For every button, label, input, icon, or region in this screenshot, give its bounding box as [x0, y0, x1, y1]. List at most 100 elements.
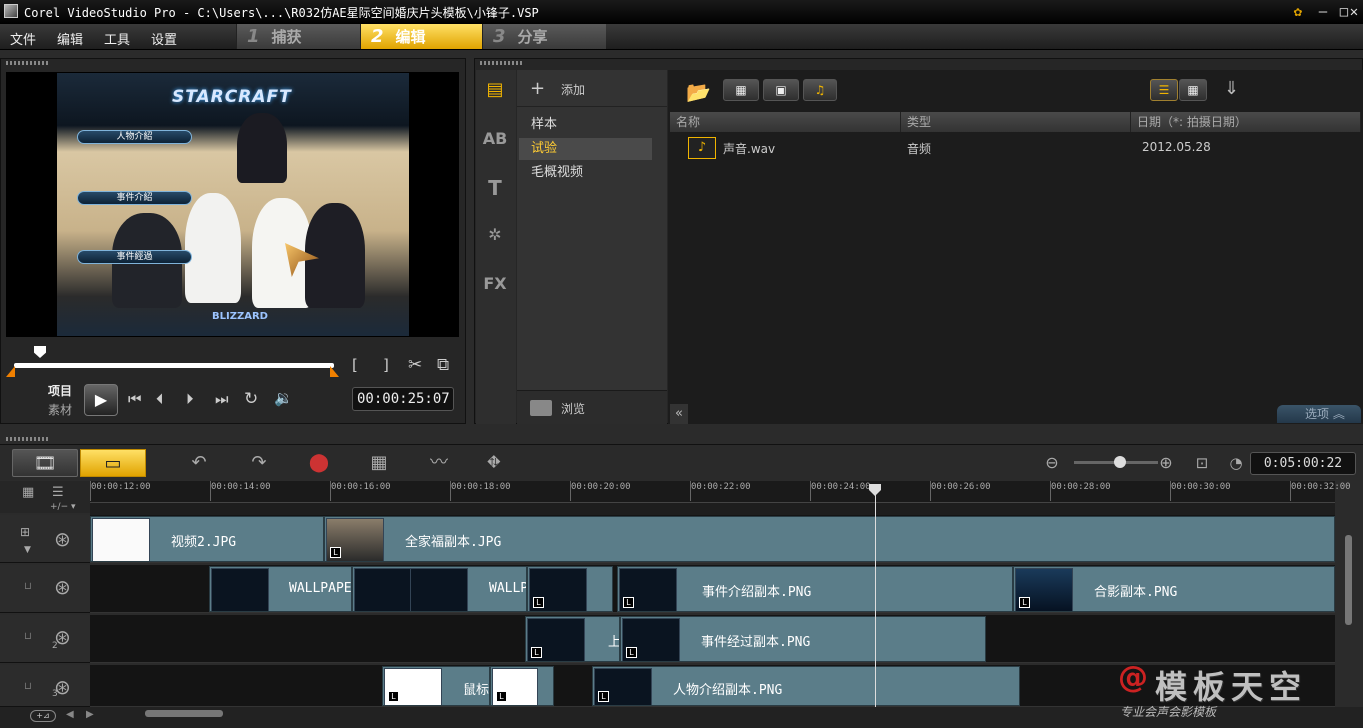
audio-mixer-icon[interactable]: 〰 [425, 449, 453, 477]
timeline-clip[interactable]: L [527, 566, 613, 612]
options-button[interactable]: 选项 ︽ [1277, 405, 1361, 423]
collapse-icon[interactable]: « [670, 404, 688, 424]
vertical-scrollbar[interactable] [1345, 535, 1352, 625]
filter-icon[interactable]: FX [481, 272, 509, 296]
folder-item-maogai[interactable]: 毛概视频 [519, 162, 652, 184]
zoom-in-icon[interactable]: ⊕ [1154, 449, 1178, 477]
file-date: 2012.05.28 [1142, 140, 1211, 154]
library-sidebar [476, 70, 516, 424]
step-edit[interactable]: 2 编辑 [360, 24, 482, 49]
panel-grip[interactable] [6, 437, 50, 441]
volume-icon[interactable]: 🔉 [274, 389, 293, 407]
timeline-clip[interactable]: L 人物介绍副本.PNG [592, 666, 1020, 706]
repeat-icon[interactable]: ↻ [244, 389, 258, 409]
overlay-track-icon[interactable]: ⊛ [54, 575, 71, 599]
folder-item-test[interactable]: 试验 [519, 138, 652, 160]
browse-button[interactable]: 浏览 [561, 400, 585, 417]
timeline-clip[interactable]: L 事件经过副本.PNG [620, 616, 986, 662]
track-options-button[interactable]: +⊿ [30, 710, 56, 722]
mark-in-button[interactable]: [ [352, 356, 358, 374]
smart-proxy-icon[interactable]: ▦ [365, 449, 393, 477]
show-video-button[interactable]: ▦ [723, 79, 759, 101]
scrub-track[interactable] [14, 363, 334, 368]
add-remove-track-icon[interactable]: +∕− ▾ [50, 502, 76, 512]
mode-project[interactable]: 项目 [48, 382, 72, 399]
end-icon[interactable]: ⏭ [215, 390, 229, 408]
close-button[interactable]: ✕ [1345, 3, 1363, 21]
motion-tracking-icon[interactable]: ⛖ [480, 449, 508, 477]
browse-icon[interactable] [530, 400, 552, 416]
menu-settings[interactable]: 设置 [151, 29, 177, 48]
track-manager-icon[interactable]: ▦ [22, 485, 34, 500]
storyboard-view-button[interactable]: 🎞 [12, 449, 78, 477]
record-capture-icon[interactable]: ⬤ [305, 449, 333, 477]
show-audio-button[interactable]: ♫ [803, 79, 837, 101]
zoom-slider-handle[interactable] [1114, 456, 1126, 468]
duration-clock-icon[interactable]: ◔ [1224, 449, 1248, 477]
panel-grip[interactable] [480, 61, 524, 65]
audio-file-icon: ♪ [688, 137, 716, 159]
title-icon[interactable]: T [481, 176, 509, 200]
timeline-clip[interactable]: WALLP [352, 566, 527, 612]
track-number: 2 [52, 641, 58, 651]
step-capture[interactable]: 1 捕获 [236, 24, 360, 49]
menu-edit[interactable]: 编辑 [57, 29, 83, 48]
horizontal-scrollbar[interactable] [145, 710, 223, 717]
mode-clip[interactable]: 素材 [48, 401, 72, 418]
list-view-button[interactable]: ☰ [1150, 79, 1178, 101]
column-type[interactable]: 类型 [901, 112, 1131, 132]
media-icon[interactable]: ▤ [481, 78, 509, 102]
thumbnail-view-button[interactable]: ▦ [1179, 79, 1207, 101]
column-name[interactable]: 名称 [670, 112, 901, 132]
undo-icon[interactable]: ↶ [185, 449, 213, 477]
panel-grip[interactable] [6, 61, 50, 65]
timeline-clip[interactable]: L 全家福副本.JPG [324, 516, 1335, 562]
transition-icon[interactable]: AB [481, 127, 509, 151]
clip-thumbnail: L [594, 668, 652, 705]
timeline-clip[interactable]: L 鼠标 [382, 666, 490, 706]
track-expand-icon[interactable]: ▼ [24, 545, 31, 555]
folder-item-samples[interactable]: 样本 [519, 114, 652, 136]
redo-icon[interactable]: ↷ [245, 449, 273, 477]
scroll-right-icon[interactable]: ▶ [86, 709, 94, 720]
help-icon[interactable]: ✿ [1287, 3, 1309, 21]
play-button[interactable]: ▶ [84, 384, 118, 416]
step-back-icon[interactable]: ⏴ [156, 390, 164, 408]
show-photo-button[interactable]: ▣ [763, 79, 799, 101]
timeline-clip[interactable]: L 上 [525, 616, 620, 662]
timeline-clip[interactable]: L [490, 666, 554, 706]
add-icon[interactable]: + [530, 78, 545, 99]
scroll-left-icon[interactable]: ◀ [66, 709, 74, 720]
track-lock-icon[interactable]: ⊞ [20, 525, 30, 539]
enlarge-icon[interactable]: ⧉ [437, 355, 449, 375]
timeline-clip[interactable]: WALLPAPE [209, 566, 352, 612]
zoom-out-icon[interactable]: ⊖ [1040, 449, 1064, 477]
timeline-gap [90, 503, 1335, 515]
menu-tools[interactable]: 工具 [104, 29, 130, 48]
add-folder-button[interactable]: 添加 [561, 81, 585, 98]
video-track-icon[interactable]: ⊛ [54, 527, 71, 551]
timeline-clip[interactable]: 视频2.JPG [90, 516, 324, 562]
mark-out-button[interactable]: ] [383, 356, 389, 374]
sort-icon[interactable]: ⇓ [1224, 78, 1239, 99]
timecode-field[interactable]: 00:00:25:07 [352, 387, 454, 411]
minimize-button[interactable]: – [1312, 3, 1334, 21]
file-name[interactable]: 声音.wav [723, 140, 775, 157]
column-date[interactable]: 日期（*: 拍摄日期） [1131, 112, 1361, 132]
timeline-view-button[interactable]: ▭ [80, 449, 146, 477]
timeline-clip[interactable]: L 事件介绍副本.PNG [617, 566, 1013, 612]
folder-open-icon[interactable]: 📂 [686, 80, 711, 104]
menu-file[interactable]: 文件 [10, 29, 36, 48]
track-lock-icon[interactable]: ⊔ [24, 581, 32, 592]
fit-project-icon[interactable]: ⊡ [1190, 449, 1214, 477]
home-icon[interactable]: ⏮ [128, 390, 142, 408]
timeline-clip[interactable]: L 合影副本.PNG [1013, 566, 1335, 612]
step-share[interactable]: 3 分享 [482, 24, 606, 49]
track-lock-icon[interactable]: ⊔ [24, 631, 32, 642]
graphic-icon[interactable]: ✲ [481, 223, 509, 247]
watermark-text: 模板天空 [1155, 668, 1308, 706]
chapter-list-icon[interactable]: ☰ [52, 485, 64, 500]
step-forward-icon[interactable]: ⏵ [186, 390, 194, 408]
scissors-icon[interactable]: ✂ [408, 355, 422, 375]
track-lock-icon[interactable]: ⊔ [24, 681, 32, 692]
